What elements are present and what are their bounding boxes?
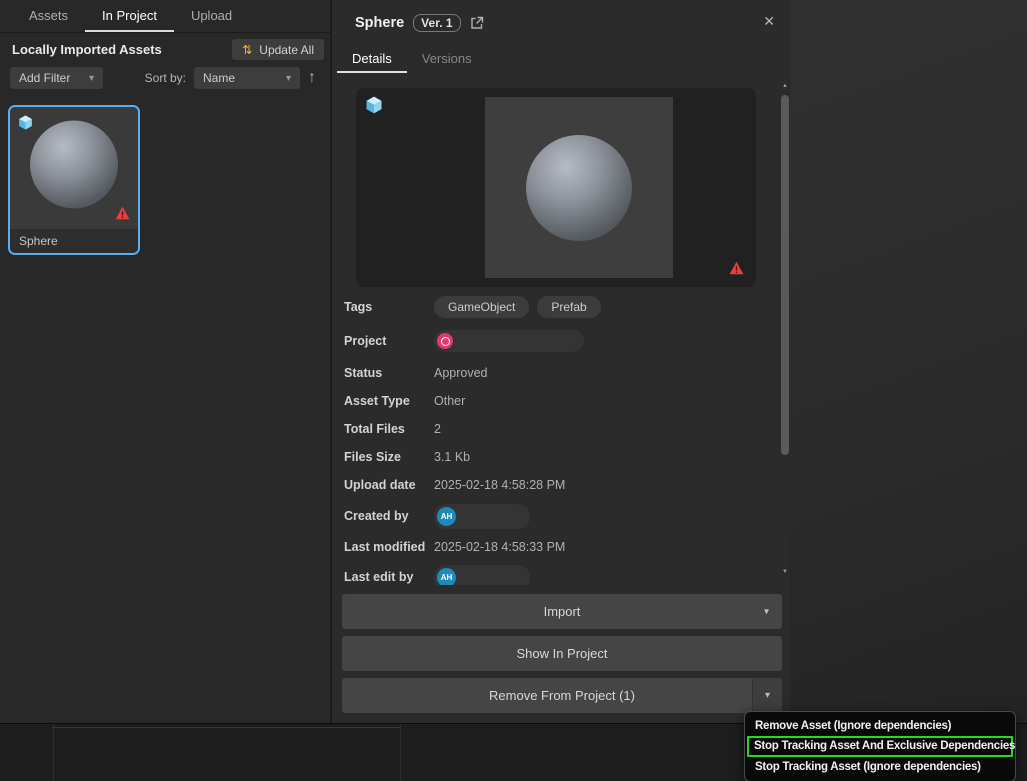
import-button[interactable]: Import ▾ [342, 594, 782, 629]
sort-field-value: Name [203, 71, 235, 85]
sort-ascending-button[interactable]: ↑ [300, 67, 324, 89]
field-value: 3.1 Kb [434, 450, 470, 464]
show-in-project-button[interactable]: Show In Project [342, 636, 782, 671]
sphere-preview-image [526, 135, 632, 241]
tab-upload[interactable]: Upload [174, 0, 249, 32]
field-row-tags: Tags GameObject Prefab [344, 294, 762, 320]
detail-tabbar: Details Versions [337, 46, 487, 73]
assets-list-panel: Assets In Project Upload Locally Importe… [0, 0, 330, 723]
field-value: 2 [434, 422, 441, 436]
scrollbar[interactable]: ▲ ▼ [780, 80, 790, 578]
field-row-created-by: Created by AH [344, 503, 762, 529]
prefab-cube-icon [364, 95, 384, 120]
sync-icon: ⇅ [242, 44, 252, 56]
field-row-status: Status Approved [344, 363, 762, 383]
filter-sort-row: Add Filter ▾ Sort by: Name ▾ ↑ [10, 67, 324, 89]
field-label: Total Files [344, 422, 434, 436]
chevron-down-icon[interactable]: ▾ [764, 606, 769, 617]
remove-from-project-button[interactable]: Remove From Project (1) ▾ [342, 678, 782, 713]
update-all-button[interactable]: ⇅ Update All [232, 39, 324, 60]
asset-tile-name: Sphere [10, 229, 138, 253]
sort-field-dropdown[interactable]: Name ▾ [194, 67, 300, 89]
field-label: Created by [344, 509, 434, 523]
menu-item-stop-tracking-exclusive[interactable]: Stop Tracking Asset And Exclusive Depend… [747, 736, 1013, 757]
version-badge: Ver. 1 [413, 14, 460, 32]
field-value: Approved [434, 366, 488, 380]
avatar: AH [437, 507, 456, 526]
remove-options-context-menu: Remove Asset (Ignore dependencies) Stop … [744, 711, 1016, 781]
field-label: Status [344, 366, 434, 380]
prefab-cube-icon [17, 114, 34, 136]
field-value: 2025-02-18 4:58:33 PM [434, 540, 565, 554]
detail-header: Sphere Ver. 1 [355, 12, 484, 34]
field-label: Files Size [344, 450, 434, 464]
chevron-down-icon: ▾ [286, 73, 291, 84]
menu-item-remove-asset[interactable]: Remove Asset (Ignore dependencies) [750, 716, 1010, 736]
field-row-upload-date: Upload date 2025-02-18 4:58:28 PM [344, 475, 762, 495]
left-panel-tabbar: Assets In Project Upload [0, 0, 330, 33]
chevron-down-icon: ▾ [89, 73, 94, 84]
field-label: Last modified [344, 540, 434, 554]
field-row-asset-type: Asset Type Other [344, 391, 762, 411]
tab-versions[interactable]: Versions [407, 46, 487, 73]
field-label: Project [344, 334, 434, 348]
scroll-down-icon[interactable]: ▼ [780, 569, 790, 575]
field-row-project: Project [344, 330, 762, 352]
field-row-files-size: Files Size 3.1 Kb [344, 447, 762, 467]
asset-preview-image [485, 97, 673, 278]
tag-chip[interactable]: GameObject [434, 296, 529, 318]
field-label: Last edit by [344, 570, 434, 584]
section-header-row: Locally Imported Assets ⇅ Update All [12, 39, 324, 60]
tab-assets[interactable]: Assets [12, 0, 85, 32]
field-label: Upload date [344, 478, 434, 492]
scrollbar-thumb[interactable] [781, 95, 789, 455]
tab-details[interactable]: Details [337, 46, 407, 73]
field-row-total-files: Total Files 2 [344, 419, 762, 439]
asset-detail-panel: Sphere Ver. 1 ✕ Details Versions [331, 0, 790, 723]
field-value: 2025-02-18 4:58:28 PM [434, 478, 565, 492]
add-filter-label: Add Filter [19, 71, 70, 85]
field-row-last-modified: Last modified 2025-02-18 4:58:33 PM [344, 537, 762, 557]
field-value: Other [434, 394, 465, 408]
detail-scroll-area: Tags GameObject Prefab Project Status Ap… [332, 80, 780, 585]
asset-title: Sphere [355, 15, 404, 31]
external-link-icon[interactable] [470, 16, 484, 30]
user-pill[interactable]: AH [434, 565, 530, 586]
tab-in-project[interactable]: In Project [85, 0, 174, 32]
field-label: Tags [344, 300, 434, 314]
editor-background [790, 0, 1027, 723]
update-all-label: Update All [259, 43, 314, 57]
warning-icon [729, 261, 744, 280]
chevron-down-icon: ▾ [765, 690, 770, 701]
close-icon[interactable]: ✕ [763, 14, 775, 28]
warning-icon [115, 206, 130, 225]
remove-options-dropdown[interactable]: ▾ [752, 678, 782, 713]
asset-preview-card [356, 88, 756, 287]
add-filter-dropdown[interactable]: Add Filter ▾ [10, 67, 103, 89]
tag-chip[interactable]: Prefab [537, 296, 600, 318]
show-in-project-label: Show In Project [516, 646, 607, 661]
project-pill[interactable] [434, 330, 584, 352]
asset-tile-sphere[interactable]: Sphere [8, 105, 140, 255]
remove-from-project-label: Remove From Project (1) [489, 688, 635, 703]
asset-manager-window: Assets In Project Upload Locally Importe… [0, 0, 1027, 781]
user-pill[interactable]: AH [434, 504, 530, 529]
field-label: Asset Type [344, 394, 434, 408]
sort-by-label: Sort by: [145, 71, 186, 85]
sphere-thumbnail-image [30, 120, 118, 208]
import-label: Import [544, 604, 581, 619]
scroll-up-icon[interactable]: ▲ [780, 83, 790, 89]
field-row-last-edit-by: Last edit by AH [344, 564, 762, 585]
avatar: AH [437, 568, 456, 586]
asset-thumbnail [10, 107, 138, 229]
project-avatar-icon [437, 333, 453, 349]
section-title: Locally Imported Assets [12, 42, 162, 57]
menu-item-stop-tracking-ignore[interactable]: Stop Tracking Asset (Ignore dependencies… [750, 757, 1010, 777]
